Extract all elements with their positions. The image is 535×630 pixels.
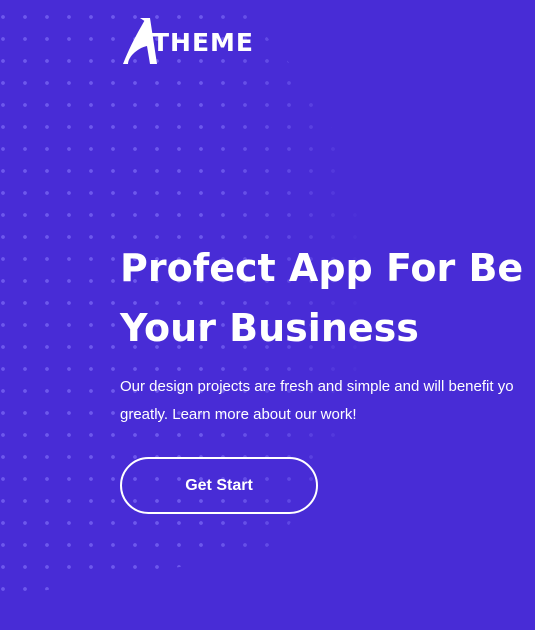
hero-section: THEME Profect App For Be Your Business O… <box>0 0 535 630</box>
hero-headline-line-2: Your Business <box>120 306 419 350</box>
hero-description: Our design projects are fresh and simple… <box>120 373 514 429</box>
hero-headline: Profect App For Be Your Business <box>120 238 523 358</box>
site-logo[interactable]: THEME <box>120 16 254 66</box>
hero-description-line-2: greatly. Learn more about our work! <box>120 406 357 423</box>
get-start-button[interactable]: Get Start <box>120 457 318 514</box>
hero-description-line-1: Our design projects are fresh and simple… <box>120 378 514 395</box>
hero-headline-line-1: Profect App For Be <box>120 246 524 290</box>
logo-text: THEME <box>152 28 255 57</box>
